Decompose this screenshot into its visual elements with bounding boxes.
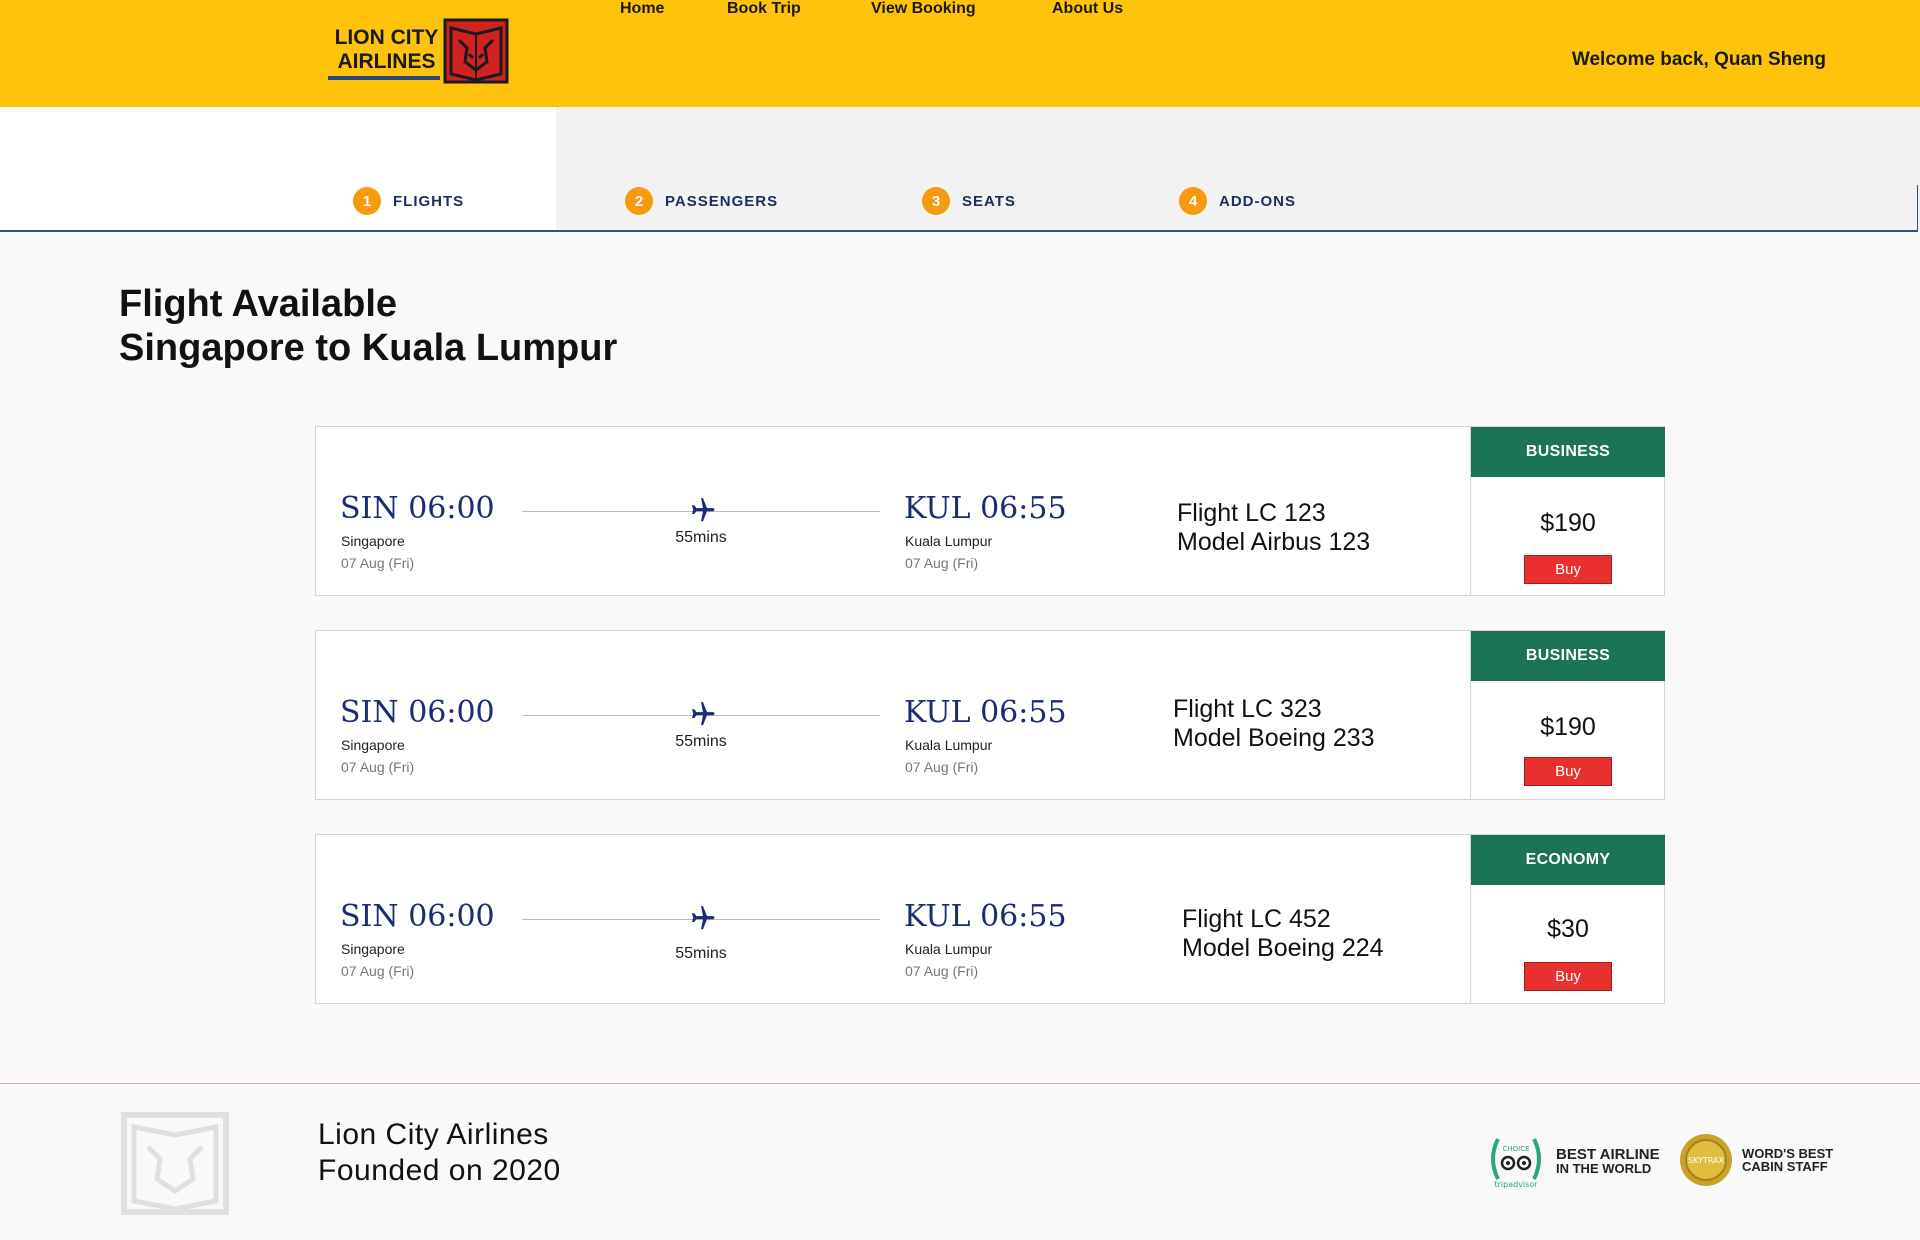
step-add-ons[interactable]: 4 ADD-ONS — [1179, 187, 1296, 215]
flight-card: SIN 06:00 Singapore 07 Aug (Fri) 55mins … — [315, 630, 1665, 800]
fare-class: BUSINESS — [1471, 631, 1665, 681]
award-text: WORD'S BEST CABIN STAFF — [1742, 1147, 1833, 1173]
logo-line2: AIRLINES — [337, 50, 436, 73]
arrival-date: 07 Aug (Fri) — [905, 963, 979, 979]
price-box: ECONOMY $30 Buy — [1470, 835, 1665, 1003]
buy-button[interactable]: Buy — [1524, 757, 1612, 786]
departure-time: SIN 06:00 — [340, 899, 495, 934]
arrival-time: KUL 06:55 — [904, 899, 1067, 934]
fare-price: $190 — [1540, 713, 1596, 741]
aircraft-model: Model Boeing 233 — [1173, 724, 1375, 752]
footer-info: Lion City Airlines Founded on 2020 — [318, 1117, 561, 1189]
award1-line1: BEST AIRLINE — [1556, 1146, 1660, 1163]
svg-text:CHOICE: CHOICE — [1502, 1145, 1529, 1153]
arrival-date: 07 Aug (Fri) — [905, 759, 979, 775]
active-step-background — [0, 107, 556, 231]
step-number: 2 — [625, 187, 653, 215]
flight-info: Flight LC 452 Model Boeing 224 — [1182, 905, 1384, 963]
step-number: 1 — [353, 187, 381, 215]
step-number: 3 — [922, 187, 950, 215]
price-box: BUSINESS $190 Buy — [1470, 631, 1665, 799]
award-text: BEST AIRLINE IN THE WORLD — [1556, 1147, 1660, 1175]
title-line1: Flight Available — [119, 283, 398, 325]
logo-text: LION CITY AIRLINES — [334, 26, 439, 74]
logo-underline — [328, 76, 440, 80]
title-line2: Singapore to Kuala Lumpur — [119, 327, 618, 369]
flight-number: Flight LC 123 — [1177, 499, 1326, 527]
departure-time: SIN 06:00 — [340, 695, 495, 730]
step-number: 4 — [1179, 187, 1207, 215]
header: LION CITY AIRLINES Home Book Trip View B… — [0, 0, 1920, 107]
flight-duration: 55mins — [675, 529, 727, 546]
airplane-icon — [692, 702, 715, 726]
award1-badge-text: tripadvisor — [1494, 1180, 1538, 1189]
footer: Lion City Airlines Founded on 2020 CHOIC… — [0, 1083, 1920, 1240]
arrival-city: Kuala Lumpur — [905, 737, 993, 753]
departure-city: Singapore — [341, 941, 405, 957]
flight-duration: 55mins — [675, 733, 727, 750]
nav-book-trip[interactable]: Book Trip — [727, 0, 801, 18]
steps-divider — [0, 230, 1918, 232]
airplane-icon — [692, 906, 715, 930]
departure-time: SIN 06:00 — [340, 491, 495, 526]
flight-info: Flight LC 323 Model Boeing 233 — [1173, 695, 1375, 753]
arrival-time: KUL 06:55 — [904, 491, 1067, 526]
tripadvisor-laurel-icon: CHOICE tripadvisor — [1491, 1138, 1541, 1189]
step-label: SEATS — [962, 192, 1016, 210]
step-seats[interactable]: 3 SEATS — [922, 187, 1016, 215]
flight-duration: 55mins — [675, 945, 727, 962]
departure-date: 07 Aug (Fri) — [341, 555, 415, 571]
airplane-icon — [692, 498, 715, 522]
buy-button[interactable]: Buy — [1524, 962, 1612, 991]
price-box: BUSINESS $190 Buy — [1470, 427, 1665, 595]
booking-steps: 1 FLIGHTS 2 PASSENGERS 3 SEATS 4 ADD-ONS — [0, 107, 1920, 232]
departure-date: 07 Aug (Fri) — [341, 759, 415, 775]
fare-class: BUSINESS — [1471, 427, 1665, 477]
nav-about-us[interactable]: About Us — [1052, 0, 1123, 18]
nav-home[interactable]: Home — [620, 0, 664, 18]
lion-book-emblem-icon — [443, 18, 509, 84]
arrival-time: KUL 06:55 — [904, 695, 1067, 730]
logo[interactable]: LION CITY AIRLINES — [326, 18, 510, 86]
departure-city: Singapore — [341, 737, 405, 753]
step-label: PASSENGERS — [665, 192, 779, 210]
award-best-airline: CHOICE tripadvisor BEST AIRLINE IN THE W… — [1484, 1129, 1660, 1193]
fare-price: $190 — [1540, 509, 1596, 537]
welcome-message: Welcome back, Quan Sheng — [1571, 49, 1826, 70]
departure-city: Singapore — [341, 533, 405, 549]
step-label: FLIGHTS — [393, 192, 465, 210]
award1-line2: IN THE WORLD — [1556, 1161, 1652, 1176]
award2-badge-text: SKYTRAX — [1688, 1156, 1725, 1165]
flight-number: Flight LC 452 — [1182, 905, 1331, 933]
award2-line2: CABIN STAFF — [1742, 1159, 1828, 1174]
logo-line1: LION CITY — [334, 26, 439, 49]
arrival-date: 07 Aug (Fri) — [905, 555, 979, 571]
flight-card: SIN 06:00 Singapore 07 Aug (Fri) 55mins … — [315, 426, 1665, 596]
award-cabin-staff: SKYTRAX WORD'S BEST CABIN STAFF — [1678, 1132, 1833, 1188]
departure-date: 07 Aug (Fri) — [341, 963, 415, 979]
arrival-city: Kuala Lumpur — [905, 941, 993, 957]
footer-company: Lion City Airlines — [318, 1118, 549, 1151]
flight-number: Flight LC 323 — [1173, 695, 1322, 723]
steps-edge — [1917, 185, 1918, 231]
gold-medal-icon: SKYTRAX — [1680, 1134, 1732, 1186]
fare-price: $30 — [1547, 915, 1589, 943]
page-title: Flight Available Singapore to Kuala Lump… — [119, 282, 617, 370]
step-flights[interactable]: 1 FLIGHTS — [353, 187, 464, 215]
footer-founded: Founded on 2020 — [318, 1154, 561, 1187]
arrival-city: Kuala Lumpur — [905, 533, 993, 549]
lion-book-emblem-icon — [121, 1112, 229, 1215]
step-label: ADD-ONS — [1219, 192, 1296, 210]
nav-view-booking[interactable]: View Booking — [871, 0, 976, 18]
buy-button[interactable]: Buy — [1524, 555, 1612, 584]
aircraft-model: Model Airbus 123 — [1177, 528, 1371, 556]
aircraft-model: Model Boeing 224 — [1182, 934, 1384, 962]
fare-class: ECONOMY — [1471, 835, 1665, 885]
step-passengers[interactable]: 2 PASSENGERS — [625, 187, 778, 215]
flight-card: SIN 06:00 Singapore 07 Aug (Fri) 55mins … — [315, 834, 1665, 1004]
flight-info: Flight LC 123 Model Airbus 123 — [1177, 499, 1370, 557]
